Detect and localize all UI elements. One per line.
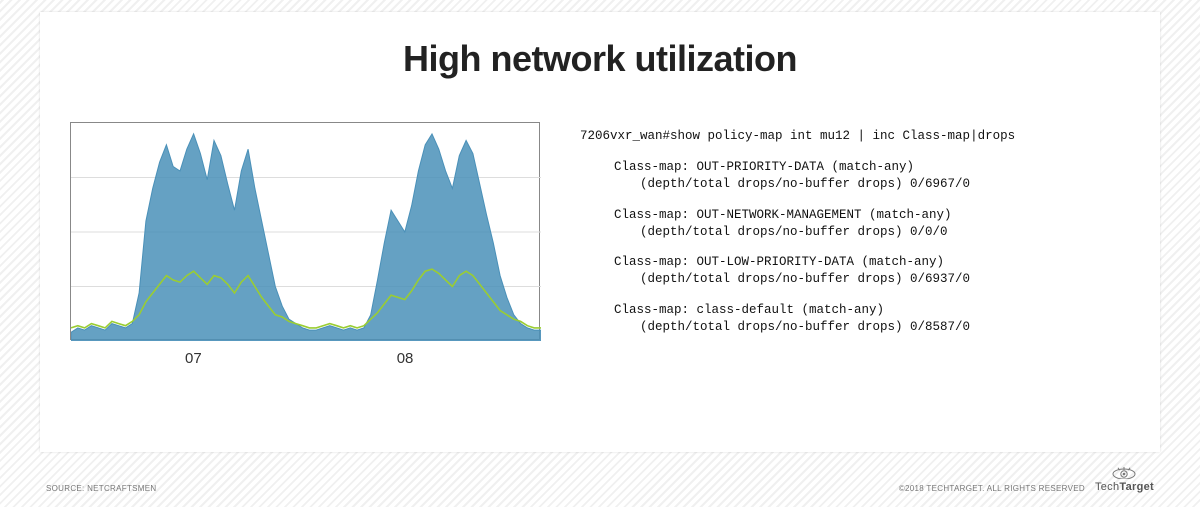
cli-classmap: Class-map: class-default (match-any) (580, 302, 1130, 319)
chart-column: 07 08 (70, 122, 540, 367)
logo-text-a: Tech (1095, 481, 1119, 493)
x-axis-ticks: 07 08 (70, 350, 540, 367)
cli-drops: (depth/total drops/no-buffer drops) 0/69… (580, 176, 1130, 193)
source-credit: SOURCE: NETCRAFTSMEN (46, 484, 156, 493)
cli-drops: (depth/total drops/no-buffer drops) 0/0/… (580, 224, 1130, 241)
eye-icon (1112, 467, 1136, 479)
cli-output: 7206vxr_wan#show policy-map int mu12 | i… (580, 122, 1130, 350)
cli-classmap: Class-map: OUT-PRIORITY-DATA (match-any) (580, 159, 1130, 176)
cli-command: 7206vxr_wan#show policy-map int mu12 | i… (580, 128, 1130, 145)
cli-drops: (depth/total drops/no-buffer drops) 0/85… (580, 319, 1130, 336)
page-title: High network utilization (40, 38, 1160, 80)
techtarget-logo: TechTarget (1095, 467, 1154, 493)
cli-entry: Class-map: OUT-NETWORK-MANAGEMENT (match… (580, 207, 1130, 241)
figure-footer: SOURCE: NETCRAFTSMEN ©2018 TECHTARGET. A… (46, 467, 1154, 493)
cli-classmap: Class-map: OUT-NETWORK-MANAGEMENT (match… (580, 207, 1130, 224)
copyright-text: ©2018 TECHTARGET. ALL RIGHTS RESERVED (899, 484, 1085, 493)
cli-entry: Class-map: OUT-PRIORITY-DATA (match-any)… (580, 159, 1130, 193)
x-tick-07: 07 (185, 350, 202, 367)
cli-drops: (depth/total drops/no-buffer drops) 0/69… (580, 271, 1130, 288)
cli-classmap: Class-map: OUT-LOW-PRIORITY-DATA (match-… (580, 254, 1130, 271)
area-chart (70, 122, 540, 340)
content-row: 07 08 7206vxr_wan#show policy-map int mu… (40, 122, 1160, 367)
figure-panel: High network utilization 07 08 7206vxr_w… (40, 12, 1160, 452)
logo-text-b: Target (1119, 481, 1154, 493)
cli-entry: Class-map: OUT-LOW-PRIORITY-DATA (match-… (580, 254, 1130, 288)
x-tick-08: 08 (397, 350, 414, 367)
cli-entry: Class-map: class-default (match-any) (de… (580, 302, 1130, 336)
